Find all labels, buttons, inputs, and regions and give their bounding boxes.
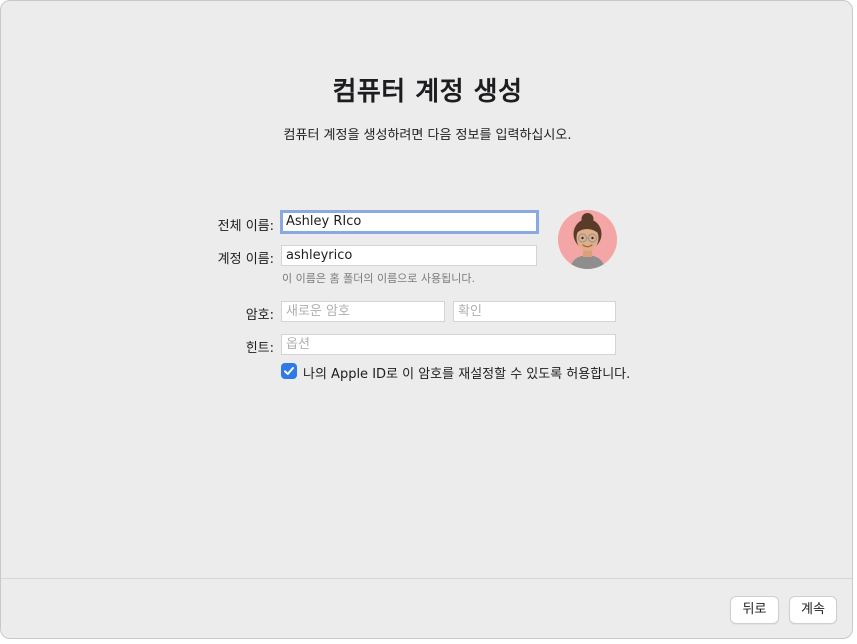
page-subtitle: 컴퓨터 계정을 생성하려면 다음 정보를 입력하십시오. (283, 128, 572, 143)
hint-field[interactable]: 옵션 (281, 334, 616, 355)
memoji-avatar-icon (558, 210, 617, 269)
apple-id-reset-checkbox[interactable] (281, 363, 297, 379)
checkmark-icon (284, 367, 294, 375)
account-name-note: 이 이름은 홈 폴더의 이름으로 사용됩니다. (282, 272, 476, 285)
account-name-label: 계정 이름: (217, 252, 274, 267)
setup-window: 컴퓨터 계정 생성 컴퓨터 계정을 생성하려면 다음 정보를 입력하십시오. 전… (0, 0, 853, 639)
user-avatar[interactable] (558, 210, 617, 269)
continue-button[interactable]: 계속 (789, 596, 837, 624)
password-label: 암호: (245, 308, 274, 323)
back-button[interactable]: 뒤로 (730, 596, 779, 624)
full-name-label: 전체 이름: (217, 219, 274, 234)
account-name-field[interactable]: ashleyrico (281, 245, 537, 266)
full-name-field[interactable]: Ashley RIco (280, 210, 539, 234)
password-field[interactable]: 새로운 암호 (281, 301, 445, 322)
verify-password-field[interactable]: 확인 (453, 301, 616, 322)
page-title: 컴퓨터 계정 생성 (332, 77, 523, 107)
apple-id-reset-label: 나의 Apple ID로 이 암호를 재설정할 수 있도록 허용합니다. (303, 367, 631, 382)
footer-divider (1, 578, 852, 579)
hint-label: 힌트: (245, 341, 274, 356)
